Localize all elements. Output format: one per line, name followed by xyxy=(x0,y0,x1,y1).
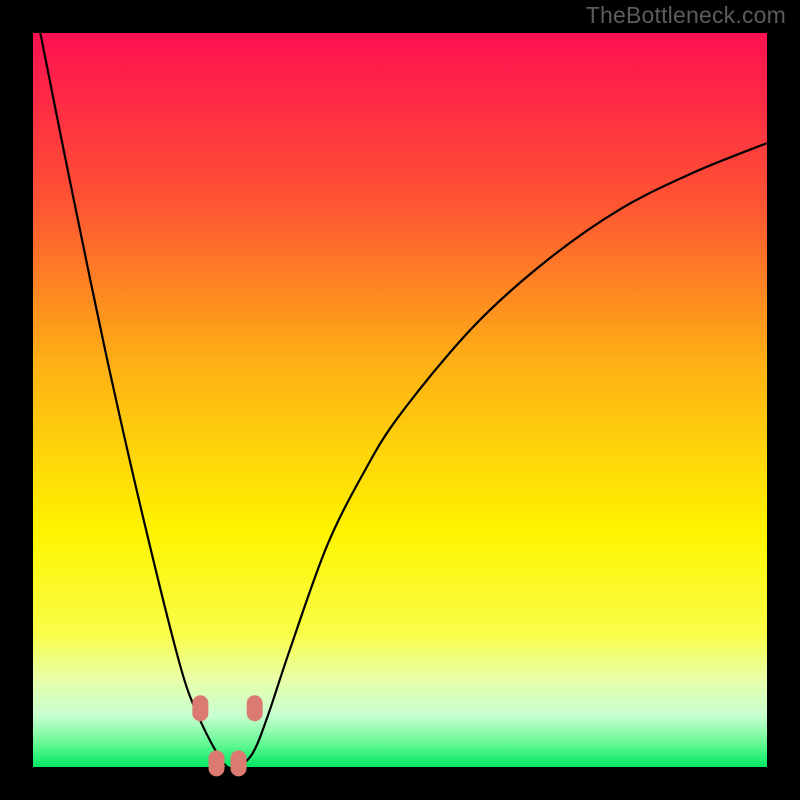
gradient-background xyxy=(33,33,767,767)
chart-svg xyxy=(0,0,800,800)
highlight-point xyxy=(231,750,247,776)
highlight-point xyxy=(247,695,263,721)
chart-root: TheBottleneck.com xyxy=(0,0,800,800)
highlight-point xyxy=(209,750,225,776)
highlight-point xyxy=(192,695,208,721)
